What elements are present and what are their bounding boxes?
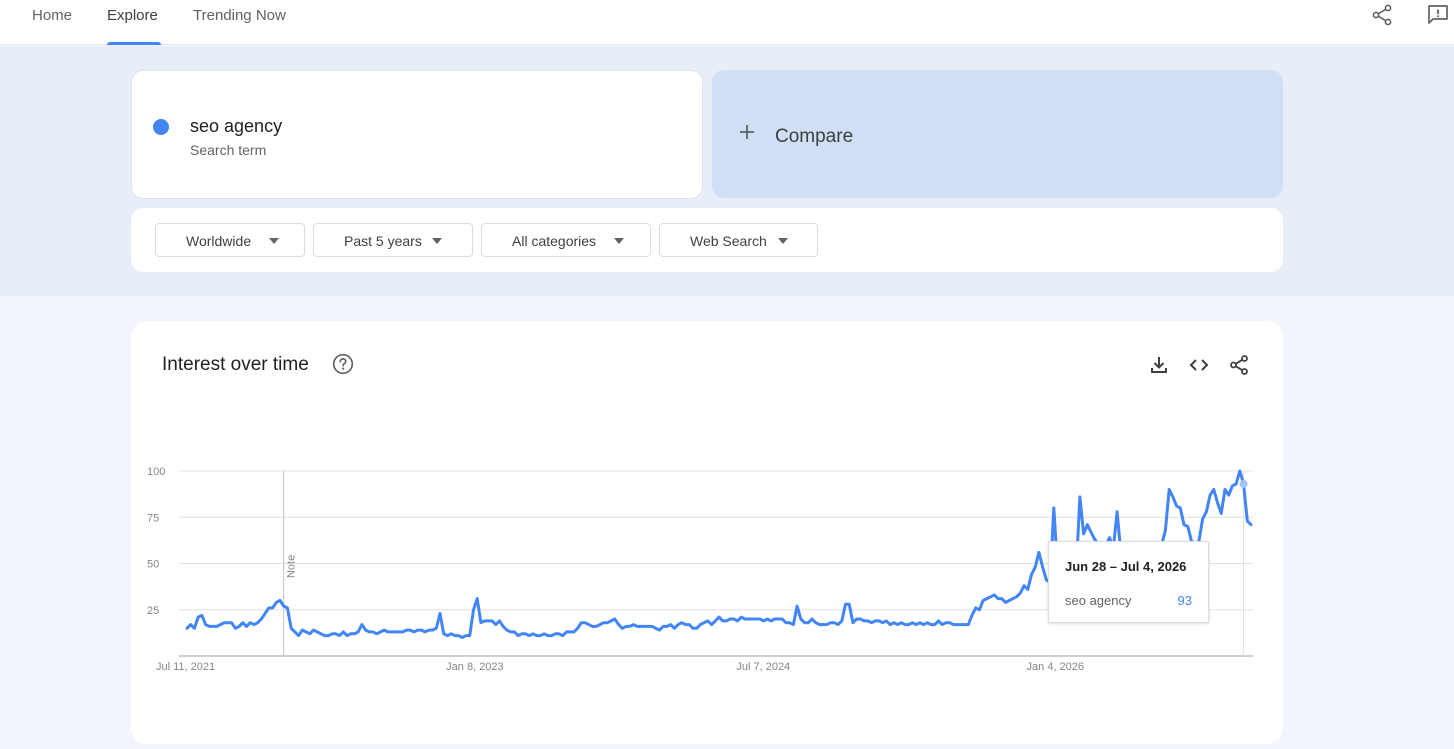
search-term-type: Search term [190, 142, 267, 158]
region-filter-label: Worldwide [186, 233, 252, 249]
y-tick-label: 25 [147, 605, 159, 617]
y-tick-label: 75 [147, 512, 159, 524]
top-nav-bar: Home Explore Trending Now [0, 0, 1454, 45]
y-tick-label: 100 [147, 466, 165, 478]
note-label: Note [286, 555, 298, 578]
active-tab-indicator [107, 42, 161, 45]
category-filter-dropdown[interactable]: All categories [481, 223, 651, 257]
compare-label: Compare [775, 126, 854, 147]
property-filter-dropdown[interactable]: Web Search [659, 223, 818, 257]
chart-tooltip: Jun 28 – Jul 4, 2026 seo agency 93 [1048, 541, 1209, 623]
compare-button[interactable]: Compare [712, 70, 1283, 198]
y-tick-label: 50 [147, 559, 159, 571]
region-filter-dropdown[interactable]: Worldwide [155, 223, 305, 257]
category-filter-label: All categories [512, 233, 597, 249]
share-icon[interactable] [1370, 3, 1394, 27]
term-color-dot [153, 119, 169, 135]
x-tick-label: Jul 7, 2024 [736, 661, 790, 673]
search-term-name[interactable]: seo agency [190, 116, 282, 137]
tab-home[interactable]: Home [32, 7, 72, 24]
time-filter-label: Past 5 years [344, 233, 422, 249]
filters-bar: Worldwide Past 5 years All categories We… [131, 208, 1283, 272]
x-tick-label: Jan 8, 2023 [446, 661, 504, 673]
caret-down-icon [614, 238, 624, 244]
search-term-card[interactable]: seo agency Search term [131, 70, 703, 199]
interest-over-time-card: Interest over time 100 75 50 25 Jul 11, 2021… [131, 321, 1283, 744]
time-filter-dropdown[interactable]: Past 5 years [313, 223, 473, 257]
tooltip-date: Jun 28 – Jul 4, 2026 [1065, 559, 1187, 574]
feedback-icon[interactable] [1426, 3, 1450, 27]
hover-point [1239, 479, 1248, 488]
caret-down-icon [432, 238, 442, 244]
tooltip-term: seo agency [1065, 593, 1132, 608]
plus-icon [740, 125, 754, 139]
x-tick-label: Jul 11, 2021 [156, 661, 215, 673]
caret-down-icon [778, 238, 788, 244]
tooltip-value: 93 [1177, 593, 1192, 608]
tab-explore[interactable]: Explore [107, 7, 158, 24]
x-tick-label: Jan 4, 2026 [1027, 661, 1085, 673]
caret-down-icon [269, 238, 279, 244]
tab-trending-now[interactable]: Trending Now [193, 7, 286, 24]
property-filter-label: Web Search [690, 233, 767, 249]
interest-line-chart[interactable]: 100 75 50 25 Jul 11, 2021 Jan 8, 2023 Jul 7, 2… [131, 321, 1283, 744]
